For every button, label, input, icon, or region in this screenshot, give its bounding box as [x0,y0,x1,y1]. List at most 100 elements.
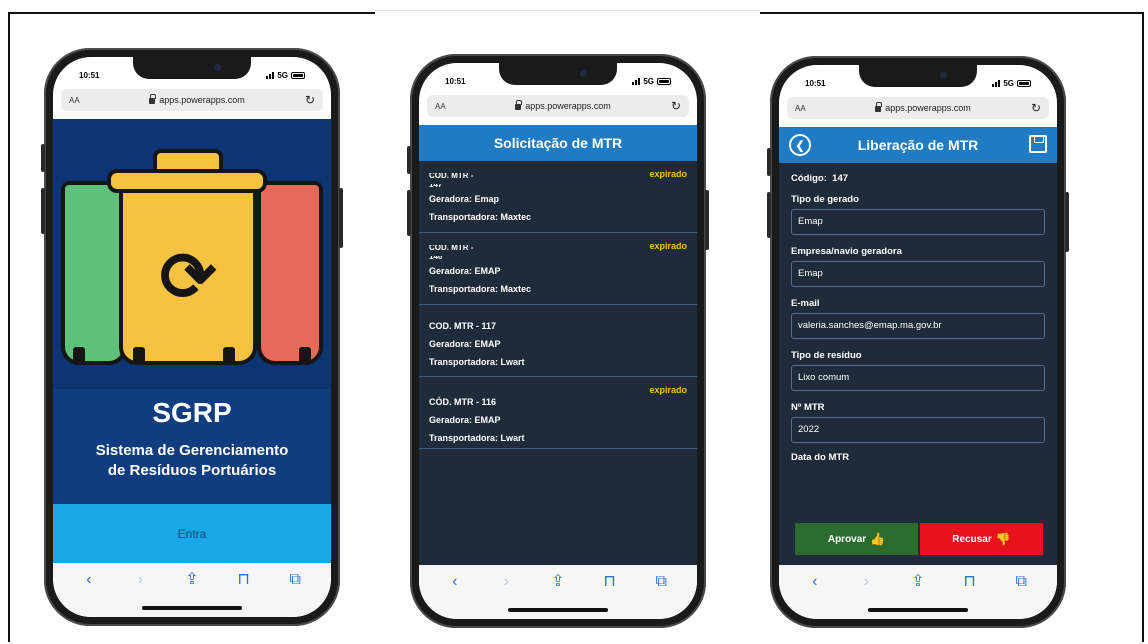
reload-icon[interactable]: ↻ [295,93,315,107]
status-badge: expirado [649,241,687,251]
status-time: 10:51 [445,76,466,86]
field-label: Empresa/navio geradora [791,246,902,257]
phone-request-list: 10:51 5G AA apps.powerapps.com ↻ Solicit… [407,54,709,628]
url-text[interactable]: apps.powerapps.com [525,101,611,111]
forward-icon[interactable]: › [851,573,881,619]
safari-toolbar: ‹ › ⇪ ⊓ ⧉ [53,563,331,617]
forward-icon[interactable]: › [491,573,521,619]
back-arrow-icon[interactable]: ❮ [789,134,811,156]
bookmarks-icon[interactable]: ⊓ [955,573,985,619]
subtitle-line-1: Sistema de Gerenciamento [95,442,289,459]
mtr-list: COD. MTR - 147 Geradora: Emap Transporta… [419,161,697,449]
red-bin [257,181,323,365]
company-field[interactable]: Emap [791,261,1045,287]
status-badge: expirado [649,169,687,179]
url-text[interactable]: apps.powerapps.com [159,95,245,105]
reload-icon[interactable]: ↻ [661,99,681,113]
approve-button[interactable]: Aprovar 👍 [795,523,918,555]
list-item[interactable]: CÓD. MTR - 116 Geradora: EMAP Transporta… [419,377,697,449]
lock-icon [875,102,883,112]
enter-button[interactable]: Entra [53,504,331,563]
email-field[interactable]: valeria.sanches@emap.ma.gov.br [791,313,1045,339]
field-label: Tipo de gerado [791,194,859,205]
request-list-screen: Solicitação de MTR COD. MTR - 147 Gerado… [419,125,697,565]
page-title: Liberação de MTR [857,137,979,153]
field-label: Nº MTR [791,402,825,413]
item-generator: Geradora: EMAP [429,266,501,276]
item-carrier: Transportadora: Lwart [429,433,525,443]
status-badge: expirado [649,385,687,395]
tabs-icon[interactable]: ⧉ [280,571,310,617]
item-code: COD. MTR - 117 [429,321,497,331]
text-size-button[interactable]: AA [69,96,99,105]
green-bin [61,181,127,365]
bookmarks-icon[interactable]: ⊓ [229,571,259,617]
status-time: 10:51 [805,78,826,88]
signal-icon [266,71,275,79]
address-bar[interactable]: AA apps.powerapps.com ↻ [427,95,689,117]
code-value: 147 [832,173,849,184]
save-icon[interactable] [1029,135,1047,153]
refuse-button[interactable]: Recusar 👎 [920,523,1043,555]
address-bar[interactable]: AA apps.powerapps.com ↻ [787,97,1049,119]
subtitle-line-2: de Resíduos Portuários [107,462,277,479]
item-generator: Geradora: Emap [429,194,500,204]
safari-toolbar: ‹ › ⇪ ⊓ ⧉ [419,565,697,619]
item-code: CÓD. MTR - 116 [429,397,497,407]
list-item[interactable]: COD. MTR - 146 Geradora: EMAP Transporta… [419,233,697,305]
field-label: E-mail [791,298,820,309]
field-label: Tipo de resíduo [791,350,862,361]
reload-icon[interactable]: ↻ [1021,101,1041,115]
list-item[interactable]: COD. MTR - 147 Geradora: Emap Transporta… [419,161,697,233]
share-icon[interactable]: ⇪ [177,571,207,617]
text-size-button[interactable]: AA [435,102,465,111]
lock-icon [149,94,157,104]
back-icon[interactable]: ‹ [440,573,470,619]
tabs-icon[interactable]: ⧉ [1006,573,1036,619]
page-title: Solicitação de MTR [419,125,697,161]
url-text[interactable]: apps.powerapps.com [885,103,971,113]
network-label: 5G [1003,78,1014,88]
phone-login: 10:51 5G AA apps.powerapps.com ↻ ⟳ SGRP … [41,48,343,626]
item-code-partial: COD. MTR - [429,245,474,252]
signal-icon [992,79,1001,87]
generated-type-field[interactable]: Emap [791,209,1045,235]
signal-icon [632,77,641,85]
recycle-icon: ⟳ [159,239,217,315]
splash-screen: ⟳ SGRP Sistema de Gerenciamento de Resíd… [53,119,331,563]
status-time: 10:51 [79,70,100,80]
page-header: ❮ Liberação de MTR [779,127,1057,163]
item-code-partial: COD. MTR - [429,173,474,180]
yellow-bin: ⟳ [119,189,257,365]
phone-approval-form: 10:51 5G AA apps.powerapps.com ↻ ❮ Liber… [767,56,1069,628]
share-icon[interactable]: ⇪ [543,573,573,619]
address-bar[interactable]: AA apps.powerapps.com ↻ [61,89,323,111]
list-item[interactable]: COD. MTR - 117 Geradora: EMAP Transporta… [419,305,697,377]
home-indicator [142,606,242,610]
approve-label: Aprovar [827,533,867,545]
forward-icon[interactable]: › [125,571,155,617]
item-generator: Geradora: EMAP [429,339,501,349]
waste-type-field[interactable]: Lixo comum [791,365,1045,391]
safari-toolbar: ‹ › ⇪ ⊓ ⧉ [779,565,1057,619]
app-subtitle: Sistema de Gerenciamento de Resíduos Por… [63,441,321,481]
battery-icon [1017,79,1031,87]
recycle-bins-logo: ⟳ [53,119,331,389]
action-buttons: Aprovar 👍 Recusar 👎 [795,523,1043,555]
tabs-icon[interactable]: ⧉ [646,573,676,619]
share-icon[interactable]: ⇪ [903,573,933,619]
network-label: 5G [643,76,654,86]
thumbs-up-icon: 👍 [870,532,886,546]
item-carrier: Transportadora: Maxtec [429,284,532,294]
text-size-button[interactable]: AA [795,104,825,113]
home-indicator [868,608,968,612]
lock-icon [515,100,523,110]
back-icon[interactable]: ‹ [800,573,830,619]
back-icon[interactable]: ‹ [74,571,104,617]
mtr-number-field[interactable]: 2022 [791,417,1045,443]
field-label: Data do MTR [791,452,850,463]
item-carrier: Transportadora: Maxtec [429,212,532,222]
bookmarks-icon[interactable]: ⊓ [595,573,625,619]
item-carrier: Transportadora: Lwart [429,357,525,367]
approval-screen: ❮ Liberação de MTR Código: 147 Tipo de g… [779,127,1057,565]
